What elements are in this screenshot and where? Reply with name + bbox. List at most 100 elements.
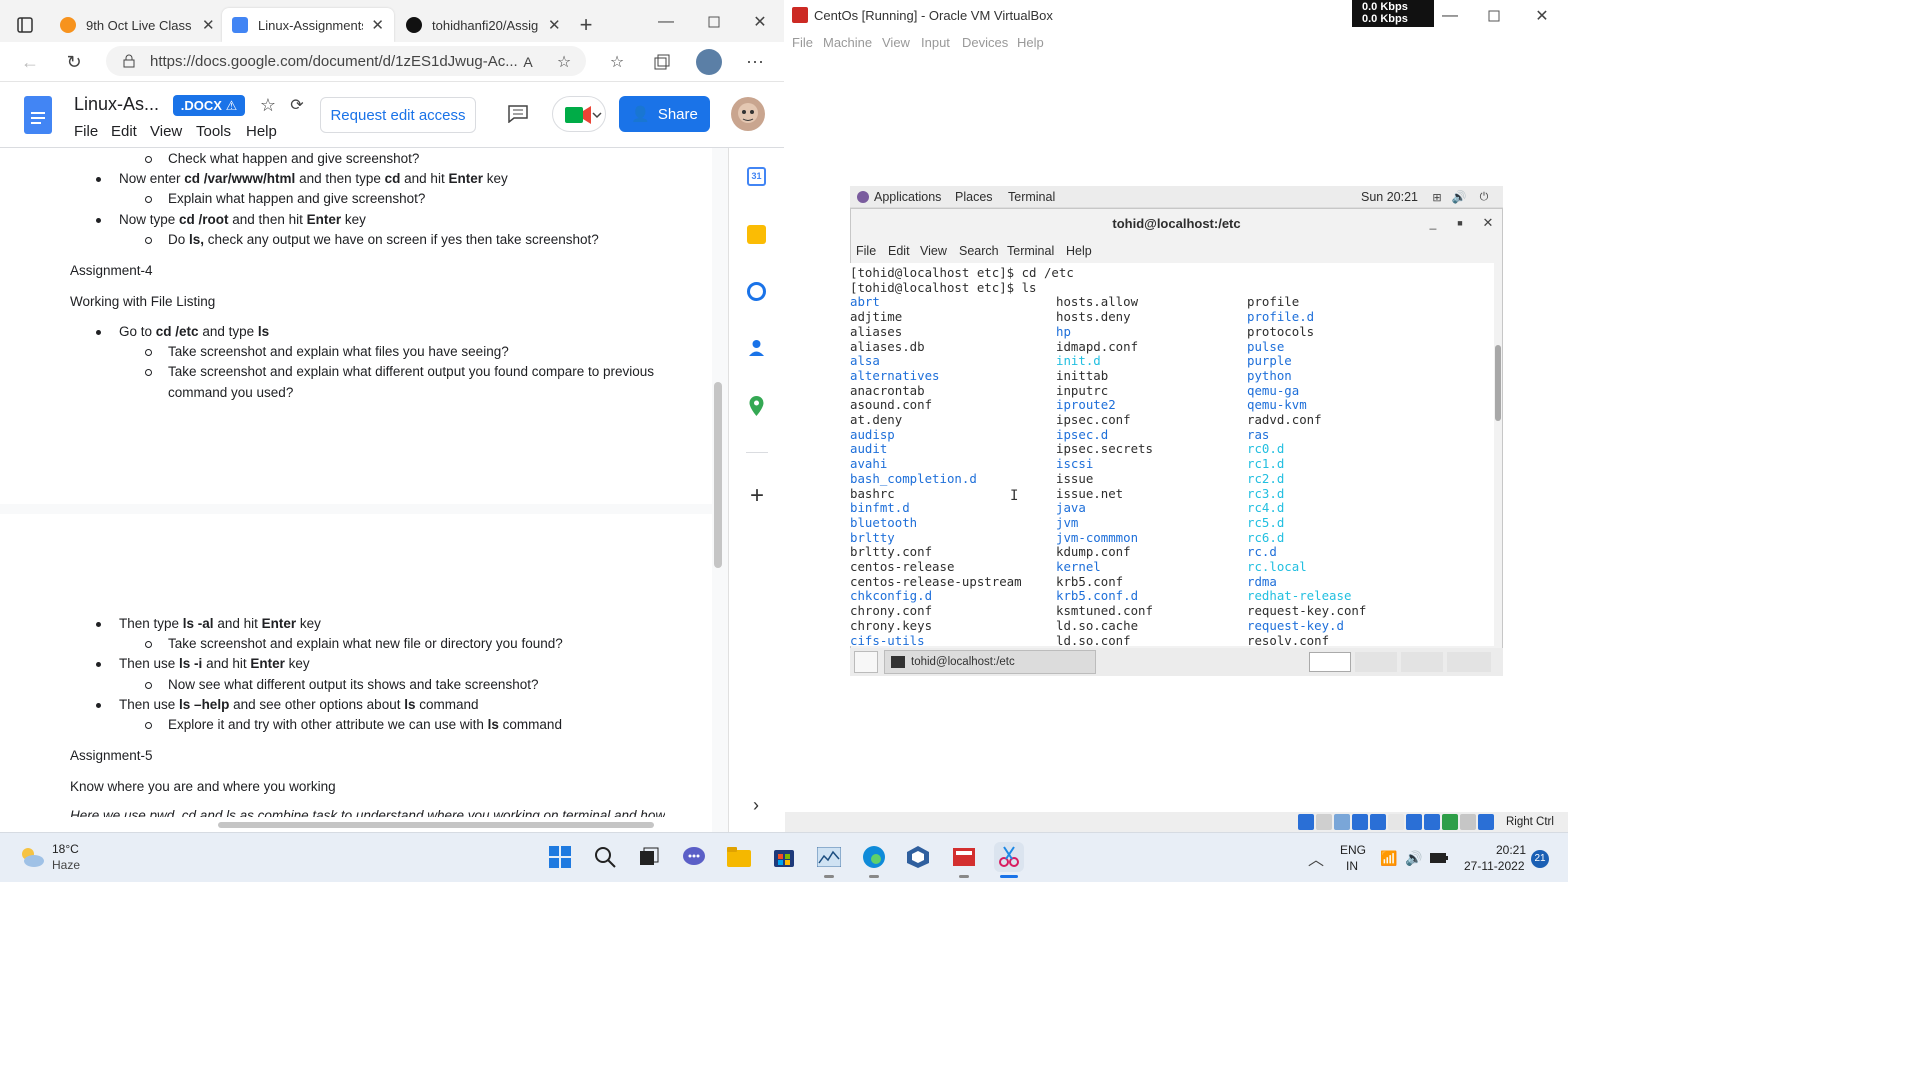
guest-taskbar-terminal-item[interactable]: tohid@localhost:/etc [884, 650, 1096, 674]
docx-badge[interactable]: .DOCX ⚠ [173, 95, 245, 116]
term-menu-file[interactable]: File [856, 244, 876, 258]
gnome-clock[interactable]: Sun 20:21 [1361, 190, 1418, 204]
vertical-scrollbar[interactable] [714, 382, 722, 568]
file-explorer-icon[interactable] [724, 842, 754, 872]
back-icon[interactable]: ← [18, 50, 42, 74]
gnome-applications-menu[interactable]: Applications [874, 190, 941, 204]
term-menu-view[interactable]: View [920, 244, 947, 258]
close-tab-icon[interactable]: ✕ [202, 16, 215, 34]
lock-icon[interactable] [120, 52, 138, 70]
terminal-output[interactable]: [tohid@localhost etc]$ cd /etc [tohid@loc… [850, 263, 1494, 646]
menu-view[interactable]: View [150, 123, 182, 140]
term-menu-search[interactable]: Search [959, 244, 999, 258]
close-window-icon[interactable]: ✕ [750, 12, 770, 32]
tab-linux-assignments[interactable]: Linux-Assignments ✕ [222, 8, 394, 42]
video-capture-icon[interactable] [1424, 814, 1440, 830]
term-minimize-icon[interactable]: _ [1426, 216, 1440, 230]
calendar-icon[interactable]: 31 [747, 167, 766, 186]
vm-menu-help[interactable]: Help [1017, 35, 1044, 50]
language-indicator[interactable]: ENG [1340, 843, 1366, 857]
more-icon[interactable]: ··· [744, 50, 766, 72]
notification-badge[interactable]: 21 [1531, 850, 1549, 868]
weather-icon[interactable] [18, 842, 46, 870]
battery-icon[interactable] [1428, 848, 1450, 868]
virtualbox-taskbar-icon[interactable] [903, 842, 933, 872]
favorite-icon[interactable]: ☆ [553, 51, 575, 73]
resource-monitor-icon[interactable] [814, 842, 844, 872]
term-menu-edit[interactable]: Edit [888, 244, 910, 258]
chevron-up-icon[interactable]: ︿ [1306, 848, 1326, 869]
vm-menu-machine[interactable]: Machine [823, 35, 872, 50]
menu-edit[interactable]: Edit [111, 123, 137, 140]
centos-vm-taskbar-icon[interactable] [949, 842, 979, 872]
workspace-1[interactable] [1309, 652, 1351, 672]
chat-icon[interactable] [679, 842, 709, 872]
power-icon[interactable]: ⏻ [1477, 190, 1491, 204]
cpu-activity-icon[interactable] [1442, 814, 1458, 830]
tab-actions-icon[interactable] [14, 14, 36, 36]
menu-tools[interactable]: Tools [196, 123, 231, 140]
usb-icon[interactable] [1370, 814, 1386, 830]
start-icon[interactable] [545, 842, 575, 872]
clock-time[interactable]: 20:21 [1496, 843, 1526, 857]
region-indicator[interactable]: IN [1346, 859, 1358, 873]
keep-icon[interactable] [747, 225, 766, 244]
profile-avatar[interactable] [696, 49, 722, 75]
user-avatar[interactable] [731, 97, 765, 131]
term-menu-help[interactable]: Help [1066, 244, 1092, 258]
minimize-icon[interactable]: — [656, 12, 676, 32]
horizontal-scrollbar[interactable] [218, 822, 654, 828]
workspace-2[interactable] [1355, 652, 1397, 672]
optical-drive-icon[interactable] [1316, 814, 1332, 830]
request-edit-access-button[interactable]: Request edit access [320, 97, 476, 133]
close-tab-icon[interactable]: ✕ [371, 16, 384, 34]
clock-date[interactable]: 27-11-2022 [1464, 859, 1525, 873]
search-icon[interactable] [590, 842, 620, 872]
network-icon[interactable]: ⊞ [1430, 190, 1444, 204]
audio-icon[interactable] [1334, 814, 1350, 830]
read-aloud-icon[interactable]: A [517, 51, 539, 73]
term-maximize-icon[interactable]: ■ [1453, 216, 1467, 230]
vm-maximize-icon[interactable] [1484, 6, 1504, 26]
comments-icon[interactable] [506, 102, 530, 126]
host-key-icon[interactable] [1478, 814, 1494, 830]
terminal-scrollbar[interactable] [1495, 345, 1501, 421]
store-icon[interactable] [769, 842, 799, 872]
close-tab-icon[interactable]: ✕ [548, 16, 561, 34]
snipping-tool-icon[interactable] [994, 842, 1024, 872]
display-icon[interactable] [1406, 814, 1422, 830]
show-desktop-icon[interactable] [854, 651, 878, 673]
term-close-icon[interactable]: ✕ [1481, 215, 1495, 230]
tab-live-class[interactable]: 9th Oct Live Class L ✕ [50, 8, 225, 42]
menu-help[interactable]: Help [246, 123, 277, 140]
speaker-icon[interactable]: 🔊 [1404, 848, 1424, 868]
tasks-icon[interactable] [747, 282, 766, 301]
volume-icon[interactable]: 🔊 [1452, 190, 1467, 204]
vm-minimize-icon[interactable]: — [1440, 6, 1460, 26]
shared-folders-icon[interactable] [1388, 814, 1404, 830]
vm-menu-file[interactable]: File [792, 35, 813, 50]
star-icon[interactable]: ☆ [257, 94, 279, 116]
new-tab-icon[interactable]: + [574, 12, 598, 37]
meet-button[interactable] [552, 96, 606, 132]
workspace-4[interactable] [1447, 652, 1491, 672]
reload-icon[interactable]: ↻ [62, 50, 86, 74]
workspace-3[interactable] [1401, 652, 1443, 672]
docs-logo-icon[interactable] [24, 96, 52, 134]
document-title[interactable]: Linux-As... [74, 94, 159, 115]
share-button[interactable]: 👤 Share [619, 96, 710, 132]
edge-icon[interactable] [859, 842, 889, 872]
collections-icon[interactable] [651, 51, 673, 73]
weather-description[interactable]: Haze [52, 858, 80, 872]
tab-github[interactable]: tohidhanfi20/Assig ✕ [396, 8, 571, 42]
chevron-right-icon[interactable]: › [745, 794, 767, 816]
vm-close-icon[interactable]: ✕ [1532, 6, 1552, 26]
maximize-icon[interactable] [704, 12, 724, 32]
vm-menu-view[interactable]: View [882, 35, 910, 50]
wifi-icon[interactable]: 📶 [1379, 848, 1399, 868]
vm-menu-input[interactable]: Input [921, 35, 950, 50]
menu-file[interactable]: File [74, 123, 98, 140]
term-menu-terminal[interactable]: Terminal [1007, 244, 1054, 258]
add-addon-icon[interactable]: + [745, 482, 769, 509]
url-field[interactable]: https://docs.google.com/document/d/1zES1… [106, 46, 586, 76]
